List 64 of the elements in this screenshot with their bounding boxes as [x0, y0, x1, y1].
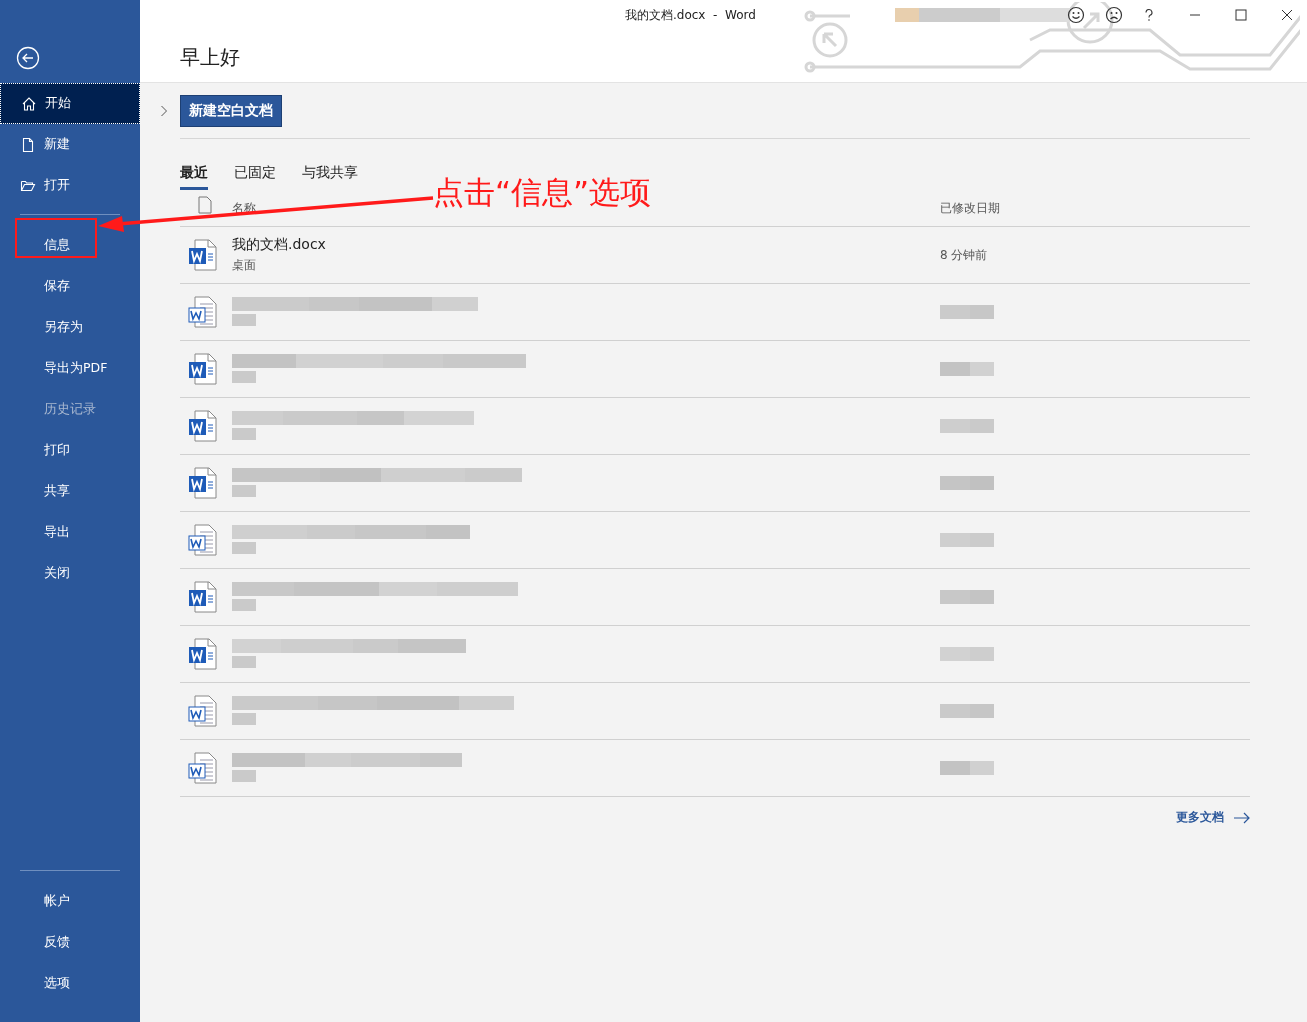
file-location: 桌面: [232, 257, 256, 274]
blurred-text: [232, 712, 256, 727]
word-document-icon: [188, 467, 218, 499]
arrow-right-icon[interactable]: [1234, 811, 1250, 824]
sidebar-item[interactable]: 导出为PDF: [0, 348, 140, 389]
help-icon[interactable]: [1143, 8, 1155, 22]
modified-time: 8 分钟前: [940, 246, 988, 264]
file-icon: [198, 196, 212, 214]
blurred-text: [940, 476, 994, 490]
home-icon: [21, 95, 37, 112]
column-header[interactable]: 已修改日期: [940, 199, 1000, 217]
sidebar-item[interactable]: 开始: [0, 83, 140, 124]
greeting: 早上好: [180, 44, 241, 71]
word-document-icon: [188, 695, 218, 727]
tab[interactable]: 已固定: [234, 164, 276, 190]
word-document-icon: [188, 638, 218, 670]
annotation-text: 点击“信息”选项: [433, 173, 652, 212]
smile-icon[interactable]: [1067, 6, 1085, 24]
more-documents-link[interactable]: 更多文档: [1176, 809, 1224, 826]
word-document-icon: [188, 296, 218, 328]
sidebar-item[interactable]: 打开: [0, 165, 140, 206]
blurred-text: [940, 419, 994, 433]
blurred-text: [232, 370, 256, 385]
file-name[interactable]: 我的文档.docx: [232, 236, 326, 254]
sidebar-item[interactable]: 反馈: [0, 922, 140, 963]
blurred-text: [232, 484, 256, 499]
blurred-text: [232, 313, 256, 328]
maximize-icon[interactable]: [1235, 9, 1247, 21]
tab[interactable]: 最近: [180, 164, 208, 190]
blurred-text: [940, 647, 994, 661]
word-document-icon: [188, 239, 218, 271]
sidebar-item[interactable]: 信息: [0, 225, 140, 266]
new-blank-document-button[interactable]: 新建空白文档: [180, 95, 282, 127]
blurred-text: [940, 761, 994, 775]
sidebar-item[interactable]: 关闭: [0, 553, 140, 594]
blurred-text: [940, 362, 994, 376]
word-document-icon: [188, 410, 218, 442]
blurred-text: [232, 427, 256, 442]
word-document-icon: [188, 581, 218, 613]
back-icon[interactable]: [16, 46, 40, 70]
tab[interactable]: 与我共享: [302, 164, 358, 190]
blurred-text: [940, 305, 994, 319]
blurred-text: [940, 533, 994, 547]
frown-icon[interactable]: [1105, 6, 1123, 24]
sidebar-item[interactable]: 导出: [0, 512, 140, 553]
blurred-text: [232, 541, 256, 556]
blurred-text: [232, 598, 256, 613]
document-icon: [20, 136, 36, 153]
sidebar-item[interactable]: 选项: [0, 963, 140, 1004]
sidebar-item[interactable]: 另存为: [0, 307, 140, 348]
blurred-text: [940, 704, 994, 718]
sidebar-item[interactable]: 帐户: [0, 881, 140, 922]
blurred-text: [232, 655, 256, 670]
sidebar-item[interactable]: 打印: [0, 430, 140, 471]
blurred-text: [232, 769, 256, 784]
window-title: 我的文档.docx - Word: [625, 7, 756, 24]
close-icon[interactable]: [1281, 9, 1293, 21]
sidebar-item[interactable]: 保存: [0, 266, 140, 307]
sidebar-item[interactable]: 共享: [0, 471, 140, 512]
word-document-icon: [188, 524, 218, 556]
word-document-icon: [188, 353, 218, 385]
word-document-icon: [188, 752, 218, 784]
sidebar-item[interactable]: 新建: [0, 124, 140, 165]
blurred-text: [940, 590, 994, 604]
